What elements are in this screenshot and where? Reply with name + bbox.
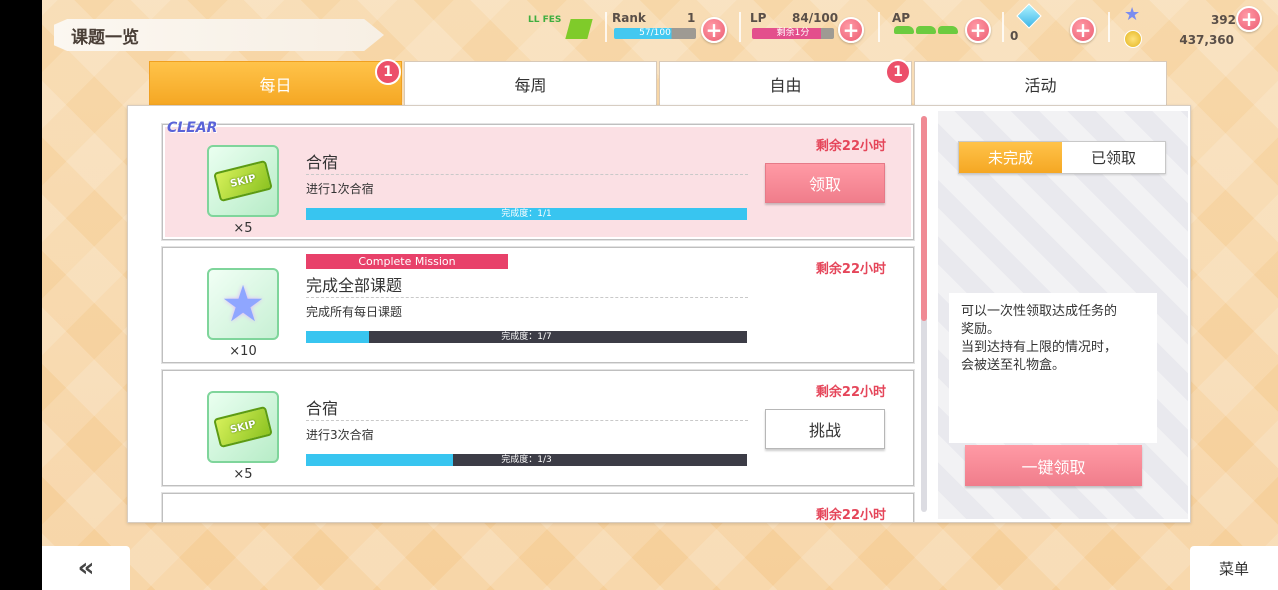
gem-icon	[1016, 3, 1042, 29]
status-divider	[1108, 12, 1110, 42]
status-divider	[739, 12, 741, 42]
status-divider	[605, 12, 607, 42]
time-remaining: 剩余22小时	[815, 508, 886, 522]
progress-text: 完成度：1/3	[501, 455, 552, 465]
tab-daily[interactable]: 每日	[149, 61, 402, 106]
ticket-text: SKIP	[229, 172, 257, 190]
mission-title: 完成全部课题	[306, 272, 748, 298]
reward-item[interactable]: ★	[207, 268, 279, 340]
reward-qty: ×5	[233, 221, 253, 236]
filter-incomplete[interactable]: 未完成	[959, 142, 1062, 173]
claim-all-note: 可以一次性领取达成任务的 奖励。 当到达持有上限的情况时， 会被送至礼物盒。	[949, 293, 1157, 443]
status-filter: 未完成 已领取	[958, 141, 1166, 174]
gem-count: 0	[1010, 29, 1019, 43]
ap-plus-button[interactable]: +	[965, 17, 991, 43]
tab-label: 活动	[1024, 75, 1057, 95]
tab-label: 每日	[259, 75, 292, 95]
filter-received[interactable]: 已领取	[1062, 142, 1165, 173]
tab-free[interactable]: 自由	[659, 61, 912, 106]
note-line: 当到达持有上限的情况时，	[961, 340, 1118, 355]
skip-ticket-icon: SKIP	[213, 405, 273, 449]
page-title-text: 课题一览	[71, 27, 139, 48]
note-line: 奖励。	[961, 322, 1001, 337]
mission-screen: 课题一览 LL FES Rank 1 57/100 + LP 84/100 剩余…	[42, 0, 1278, 590]
mission-card: 剩余22小时	[162, 493, 914, 522]
claim-all-button[interactable]: 一键领取	[965, 445, 1142, 486]
note-line: 可以一次性领取达成任务的	[961, 304, 1118, 319]
ap-shoes-icon	[894, 26, 958, 34]
star-currency-icon: ★	[1124, 4, 1141, 25]
challenge-button[interactable]: 挑战	[765, 409, 885, 449]
mission-list[interactable]: CLEAR SKIP ×5 剩余22小时 合宿 进行1次合宿 完成度：1/1 领…	[128, 106, 918, 522]
tab-event[interactable]: 活动	[914, 61, 1167, 106]
progress-text: 完成度：1/7	[501, 332, 552, 342]
lp-plus-button[interactable]: +	[838, 17, 864, 43]
back-button[interactable]: «	[42, 546, 130, 590]
mission-title: 合宿	[306, 149, 748, 175]
clear-tag: CLEAR	[167, 120, 218, 136]
time-remaining: 剩余22小时	[815, 262, 886, 277]
lp-value: 84/100	[792, 11, 839, 25]
reward-item[interactable]: SKIP	[207, 145, 279, 217]
lp-bar: 剩余1分	[752, 28, 834, 39]
lp-label: LP	[750, 11, 767, 25]
menu-button[interactable]: 菜单	[1190, 546, 1278, 590]
reward-qty: ×5	[233, 467, 253, 482]
coin-count: 437,360	[1179, 33, 1234, 47]
note-line: 会被送至礼物盒。	[961, 358, 1066, 373]
ticket-text: SKIP	[229, 418, 257, 436]
star-plus-button[interactable]: +	[1236, 6, 1262, 32]
progress-text: 完成度：1/1	[501, 209, 552, 219]
reward-item[interactable]: SKIP	[207, 391, 279, 463]
claim-button[interactable]: 领取	[765, 163, 885, 203]
star-count: 392	[1210, 13, 1236, 27]
rank-exp-bar: 57/100	[614, 28, 696, 39]
mission-card: CLEAR SKIP ×5 剩余22小时 合宿 进行1次合宿 完成度：1/1 领…	[162, 120, 914, 240]
page-title: 课题一览	[54, 19, 384, 51]
gem-plus-button[interactable]: +	[1070, 17, 1096, 43]
status-divider	[878, 12, 880, 42]
coin-icon	[1124, 30, 1142, 48]
ap-label: AP	[892, 11, 911, 25]
mission-card: Complete Mission ★ ×10 剩余22小时 完成全部课题 完成所…	[162, 247, 914, 363]
tab-label: 每周	[514, 75, 547, 95]
event-logo: LL FES	[528, 15, 594, 45]
complete-mission-tag: Complete Mission	[306, 254, 508, 269]
progress-bar: 完成度：1/7	[306, 331, 747, 343]
tab-label: 自由	[769, 75, 802, 95]
mission-desc: 进行3次合宿	[306, 428, 374, 442]
back-arrow-icon: «	[77, 553, 95, 583]
tab-free-badge: 1	[885, 59, 911, 85]
scrollbar-thumb[interactable]	[921, 116, 927, 321]
mission-panel: CLEAR SKIP ×5 剩余22小时 合宿 进行1次合宿 完成度：1/1 领…	[127, 105, 1191, 523]
skip-ticket-icon: SKIP	[213, 159, 273, 203]
mission-desc: 完成所有每日课题	[306, 305, 403, 319]
progress-bar: 完成度：1/3	[306, 454, 747, 466]
tab-daily-badge: 1	[375, 59, 401, 85]
rank-label: Rank	[612, 11, 646, 25]
progress-bar: 完成度：1/1	[306, 208, 747, 220]
reward-qty: ×10	[229, 344, 257, 359]
rank-value: 1	[687, 11, 696, 25]
mission-card: SKIP ×5 剩余22小时 合宿 进行3次合宿 完成度：1/3 挑战	[162, 370, 914, 486]
time-remaining: 剩余22小时	[815, 385, 886, 400]
tab-weekly[interactable]: 每周	[404, 61, 657, 106]
status-divider	[1002, 12, 1004, 42]
mission-title: 合宿	[306, 395, 748, 421]
rank-plus-button[interactable]: +	[701, 17, 727, 43]
time-remaining: 剩余22小时	[815, 139, 886, 154]
star-icon: ★	[220, 275, 266, 333]
mission-desc: 进行1次合宿	[306, 182, 374, 196]
